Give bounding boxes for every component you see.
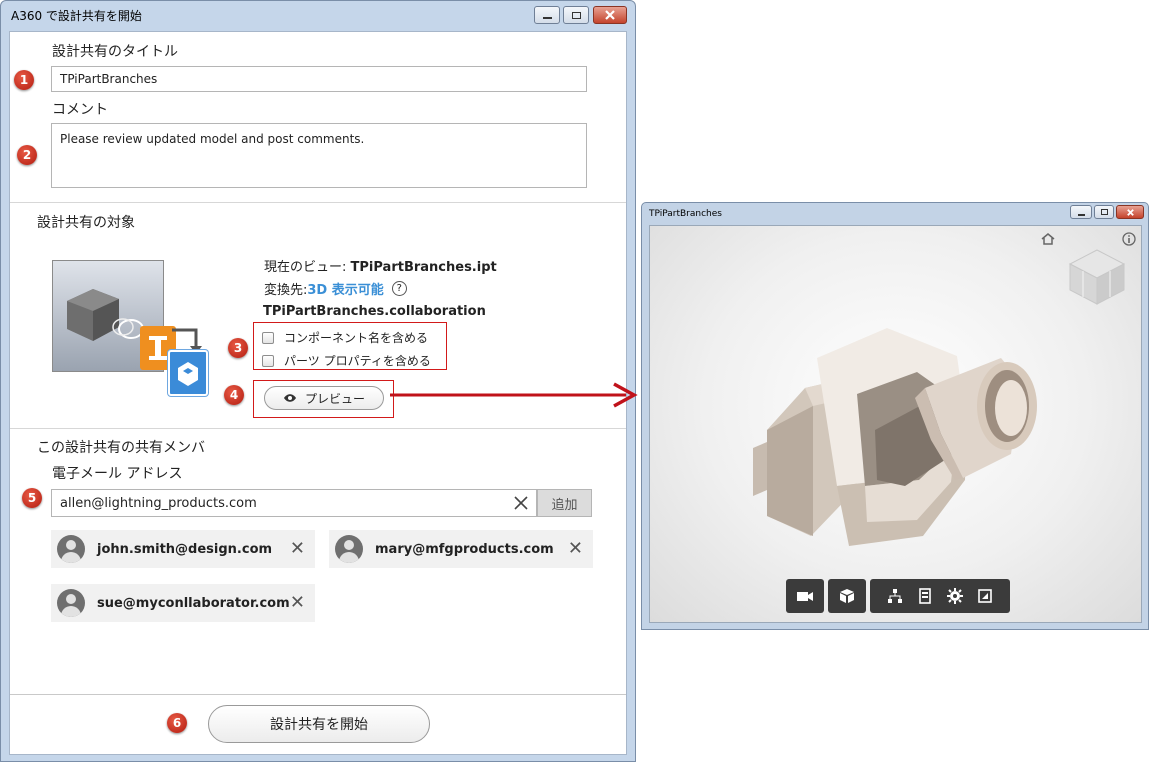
preview-button[interactable]: プレビュー: [264, 386, 384, 410]
current-view-row: 現在のビュー: TPiPartBranches.ipt: [264, 256, 497, 275]
collaboration-filename: TPiPartBranches.collaboration: [263, 304, 486, 319]
callout-arrow: [390, 382, 638, 408]
model-tree-icon: [888, 589, 902, 603]
share-title-value: TPiPartBranches: [60, 72, 158, 86]
start-share-button[interactable]: 設計共有を開始: [208, 705, 430, 743]
preview-close-button[interactable]: [1116, 205, 1144, 219]
step-badge-2: 2: [17, 145, 37, 165]
member-email: john.smith@design.com: [97, 541, 273, 557]
avatar: [57, 535, 85, 563]
avatar: [335, 535, 363, 563]
divider: [10, 694, 626, 695]
step-badge-5: 5: [22, 488, 42, 508]
member-card: john.smith@design.com ✕: [51, 530, 315, 568]
include-part-properties-option[interactable]: パーツ プロパティを含める: [262, 352, 431, 369]
email-input-value: allen@lightning_products.com: [60, 495, 257, 511]
add-member-button[interactable]: 追加: [537, 489, 592, 517]
step-badge-6: 6: [167, 713, 187, 733]
convert-row: 変換先: 3D 表示可能 ?: [264, 279, 407, 298]
step-badge-1: 1: [14, 70, 34, 90]
part-3d-model: [753, 328, 1037, 546]
preview-button-label: プレビュー: [304, 391, 365, 406]
model-viewport[interactable]: [649, 225, 1142, 623]
properties-icon: [919, 588, 931, 604]
share-title-input[interactable]: TPiPartBranches: [51, 66, 587, 92]
home-icon[interactable]: [1040, 232, 1056, 246]
viewer-toolbar-group: [870, 579, 1010, 613]
close-button[interactable]: [593, 6, 627, 24]
member-email: sue@myconllaborator.com: [97, 595, 290, 611]
help-icon[interactable]: ?: [391, 281, 407, 296]
remove-member-icon[interactable]: ✕: [290, 594, 305, 612]
convert-label: 変換先:: [264, 283, 308, 298]
camera-icon: [797, 592, 813, 601]
close-icon: [605, 10, 615, 20]
share-target-label: 設計共有の対象: [37, 215, 135, 231]
preview-window: TPiPartBranches: [641, 202, 1149, 630]
email-input[interactable]: allen@lightning_products.com: [51, 489, 537, 517]
preview-maximize-button[interactable]: [1094, 205, 1114, 219]
email-label: 電子メール アドレス: [52, 466, 183, 482]
eye-icon: [283, 394, 296, 402]
member-card: sue@myconllaborator.com ✕: [51, 584, 315, 622]
avatar: [57, 589, 85, 617]
remove-member-icon[interactable]: ✕: [568, 540, 583, 558]
members-label: この設計共有の共有メンバ: [37, 440, 205, 456]
step-badge-3: 3: [228, 338, 248, 358]
minimize-button[interactable]: [534, 6, 560, 24]
comment-label: コメント: [52, 102, 108, 118]
view-cube-icon[interactable]: [1064, 246, 1130, 308]
maximize-button[interactable]: [563, 6, 589, 24]
include-component-names-label: コンポーネント名を含める: [284, 331, 429, 345]
comment-textarea[interactable]: Please review updated model and post com…: [51, 123, 587, 188]
minimize-icon: [542, 17, 552, 19]
member-card: mary@mfgproducts.com ✕: [329, 530, 593, 568]
comment-value: Please review updated model and post com…: [60, 132, 365, 146]
step-badge-4: 4: [224, 385, 244, 405]
maximize-icon: [571, 11, 581, 19]
preview-minimize-button[interactable]: [1070, 205, 1092, 219]
dialog-title: A360 で設計共有を開始: [11, 9, 142, 23]
model-tree-button[interactable]: [880, 588, 910, 604]
current-view-value: TPiPartBranches.ipt: [350, 260, 497, 275]
include-component-names-checkbox[interactable]: [262, 331, 274, 344]
include-part-properties-checkbox[interactable]: [262, 354, 274, 367]
maximize-icon: [1100, 209, 1108, 215]
preview-window-title: TPiPartBranches: [649, 209, 722, 219]
cube-icon: [840, 589, 854, 603]
member-email: mary@mfgproducts.com: [375, 541, 554, 557]
info-icon[interactable]: [1122, 232, 1136, 246]
properties-button[interactable]: [910, 588, 940, 604]
fullscreen-button[interactable]: [970, 589, 1000, 603]
settings-icon: [947, 588, 963, 604]
model-view-tool-button[interactable]: [828, 579, 866, 613]
settings-button[interactable]: [940, 588, 970, 604]
clear-input-icon[interactable]: [514, 496, 528, 510]
minimize-icon: [1077, 213, 1085, 216]
divider: [10, 202, 626, 203]
include-part-properties-label: パーツ プロパティを含める: [284, 354, 431, 368]
divider: [10, 428, 626, 429]
close-icon: [1126, 208, 1134, 216]
remove-member-icon[interactable]: ✕: [290, 540, 305, 558]
share-title-label: 設計共有のタイトル: [52, 44, 178, 60]
convert-value: 3D 表示可能: [307, 283, 384, 298]
include-component-names-option[interactable]: コンポーネント名を含める: [262, 329, 428, 346]
collaboration-file-icon: [168, 350, 208, 396]
fullscreen-icon: [978, 589, 992, 603]
camera-tool-button[interactable]: [786, 579, 824, 613]
current-view-label: 現在のビュー:: [264, 260, 351, 275]
